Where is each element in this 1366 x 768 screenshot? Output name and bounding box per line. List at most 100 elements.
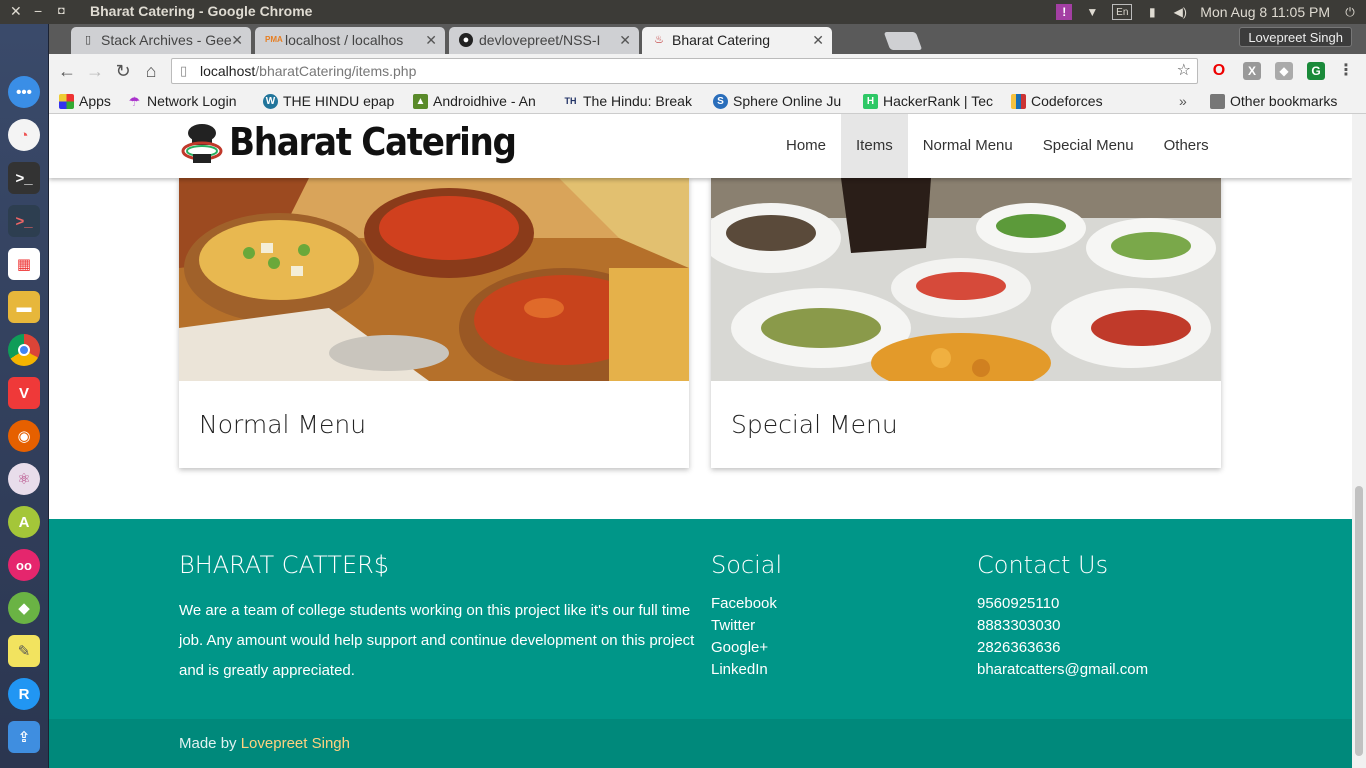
contact-phone: 2826363636 <box>977 639 1061 656</box>
bookmark-item[interactable]: Codeforces <box>1011 91 1121 111</box>
tab-close-icon[interactable]: ✕ <box>619 27 631 53</box>
cube-extension-icon[interactable]: ◆ <box>1275 62 1293 80</box>
android-studio-icon[interactable]: A <box>8 506 40 538</box>
atom-icon[interactable]: ⚛ <box>8 463 40 495</box>
opera-icon[interactable]: O <box>1210 62 1228 80</box>
social-link-facebook[interactable]: Facebook <box>711 593 777 615</box>
menu-card-normal[interactable]: Normal Menu <box>179 178 689 468</box>
social-link-linkedin[interactable]: LinkedIn <box>711 659 777 681</box>
terminal-alt-icon[interactable]: >_ <box>8 205 40 237</box>
keyboard-layout-indicator[interactable]: En <box>1112 4 1133 20</box>
window-close-icon[interactable]: ✕ <box>10 3 22 20</box>
bookmark-star-icon[interactable]: ☆ <box>1177 59 1191 83</box>
footer-social-list: Facebook Twitter Google+ LinkedIn <box>711 593 777 681</box>
x-extension-icon[interactable]: X <box>1243 62 1261 80</box>
site-navbar: Bharat Catering Home Items Normal Menu S… <box>49 114 1352 178</box>
contact-email[interactable]: bharatcatters@gmail.com <box>977 659 1148 681</box>
reload-icon[interactable]: ↻ <box>113 61 133 81</box>
page-scrollbar[interactable] <box>1352 114 1366 768</box>
firefox-icon[interactable]: ◉ <box>8 420 40 452</box>
scrollbar-thumb[interactable] <box>1355 486 1363 756</box>
menu-icon[interactable]: ⋮ <box>1337 62 1355 80</box>
brand-logo-text[interactable]: Bharat Catering <box>229 120 517 164</box>
files-icon[interactable]: ▬ <box>8 291 40 323</box>
nav-others[interactable]: Others <box>1149 114 1224 178</box>
page-info-icon[interactable]: ▯ <box>180 59 187 83</box>
bookmark-item[interactable]: TH The Hindu: Break <box>563 91 699 111</box>
nav-normal-menu[interactable]: Normal Menu <box>908 114 1028 178</box>
browser-toolbar: ← → ↻ ⌂ ▯ localhost/bharatCatering/items… <box>49 54 1366 88</box>
vivaldi-icon[interactable]: V <box>8 377 40 409</box>
menu-card-special[interactable]: Special Menu <box>711 178 1221 468</box>
url-path: /bharatCatering/items.php <box>255 63 417 79</box>
footer-contact-list: 9560925110 8883303030 2826363636 bharatc… <box>977 593 1148 681</box>
github-icon: ● <box>459 33 473 47</box>
app-launcher: ••• ◔ >_ >_ ▦ ▬ V ◉ ⚛ A oo ◆ ✎ R ⇪ <box>0 24 49 768</box>
browser-tab-bar: ▯ Stack Archives - Gee ✕ PMA localhost /… <box>49 24 1366 54</box>
volume-icon[interactable]: ◀) <box>1172 4 1188 20</box>
chrome-icon[interactable] <box>8 334 40 366</box>
flickr-icon[interactable]: oo <box>8 549 40 581</box>
window-maximize-icon[interactable]: ◘ <box>58 5 65 17</box>
back-icon[interactable]: ← <box>57 61 77 81</box>
card-title: Normal Menu <box>199 410 367 439</box>
profile-button[interactable]: Lovepreet Singh <box>1239 27 1352 47</box>
apple-logo-icon[interactable] <box>8 32 40 64</box>
pie-app-icon[interactable]: ◔ <box>8 119 40 151</box>
nav-items[interactable]: Items <box>841 114 908 178</box>
address-bar[interactable]: ▯ localhost/bharatCatering/items.php ☆ <box>171 58 1198 84</box>
chef-hat-logo-icon[interactable] <box>181 121 223 165</box>
androidhive-icon: ▲ <box>413 94 428 109</box>
browser-tab[interactable]: ● devlovepreet/NSS-I ✕ <box>449 27 639 54</box>
pma-icon: PMA <box>265 35 283 44</box>
footer-about-text: We are a team of college students workin… <box>179 602 695 679</box>
footer-copyright: Made by Lovepreet Singh <box>49 719 1352 768</box>
bookmark-item[interactable]: Apps <box>59 91 134 111</box>
social-link-googleplus[interactable]: Google+ <box>711 637 777 659</box>
wifi-icon[interactable]: ▼ <box>1084 4 1100 20</box>
bookmark-item[interactable]: H HackerRank | Tec <box>863 91 999 111</box>
bookmark-label: Codeforces <box>1031 93 1103 109</box>
apps-icon <box>59 94 74 109</box>
battery-icon[interactable]: ▮ <box>1144 4 1160 20</box>
apps-grid-icon[interactable]: ▦ <box>8 248 40 280</box>
update-notifier-icon[interactable]: ! <box>1056 4 1073 20</box>
new-tab-button[interactable] <box>883 32 923 50</box>
forward-icon[interactable]: → <box>85 61 105 81</box>
browser-tab[interactable]: PMA localhost / localhos ✕ <box>255 27 445 54</box>
clock[interactable]: Mon Aug 8 11:05 PM <box>1200 4 1330 20</box>
installer-icon[interactable]: ⇪ <box>8 721 40 753</box>
browser-tab[interactable]: ▯ Stack Archives - Gee ✕ <box>71 27 251 54</box>
nav-home[interactable]: Home <box>771 114 841 178</box>
indian-food-image <box>179 178 689 381</box>
bookmark-label: Network Login <box>147 93 237 109</box>
dash-icon[interactable]: ••• <box>8 76 40 108</box>
tab-close-icon[interactable]: ✕ <box>425 27 437 53</box>
tab-label: Bharat Catering <box>672 32 771 48</box>
tab-close-icon[interactable]: ✕ <box>231 27 243 53</box>
android-app-icon[interactable]: ◆ <box>8 592 40 624</box>
social-link-twitter[interactable]: Twitter <box>711 615 777 637</box>
home-icon[interactable]: ⌂ <box>141 61 161 81</box>
tab-label: Stack Archives - Gee <box>101 32 232 48</box>
bookmark-item[interactable]: W THE HINDU epap <box>263 91 399 111</box>
terminal-icon[interactable]: >_ <box>8 162 40 194</box>
author-link[interactable]: Lovepreet Singh <box>241 735 350 752</box>
card-title: Special Menu <box>731 410 898 439</box>
window-minimize-icon[interactable]: − <box>34 3 42 19</box>
green-extension-icon[interactable]: G <box>1307 62 1325 80</box>
bookmark-item[interactable]: ☂ Network Login <box>127 91 257 111</box>
buffet-food-image <box>711 178 1221 381</box>
bookmarks-bar: Apps ☂ Network Login W THE HINDU epap ▲ And… <box>49 88 1366 114</box>
bookmarks-overflow-button[interactable]: » <box>1179 91 1193 111</box>
power-icon[interactable]: ⏻ <box>1342 4 1358 20</box>
bookmark-item[interactable]: ▲ Androidhive - An <box>413 91 549 111</box>
refresh-app-icon[interactable]: R <box>8 678 40 710</box>
browser-tab-active[interactable]: ♨ Bharat Catering ✕ <box>642 27 832 54</box>
notes-icon[interactable]: ✎ <box>8 635 40 667</box>
chef-hat-icon: ♨ <box>654 34 664 46</box>
nav-special-menu[interactable]: Special Menu <box>1028 114 1149 178</box>
other-bookmarks[interactable]: Other bookmarks <box>1210 91 1366 111</box>
tab-close-icon[interactable]: ✕ <box>812 27 824 53</box>
bookmark-item[interactable]: S Sphere Online Ju <box>713 91 849 111</box>
